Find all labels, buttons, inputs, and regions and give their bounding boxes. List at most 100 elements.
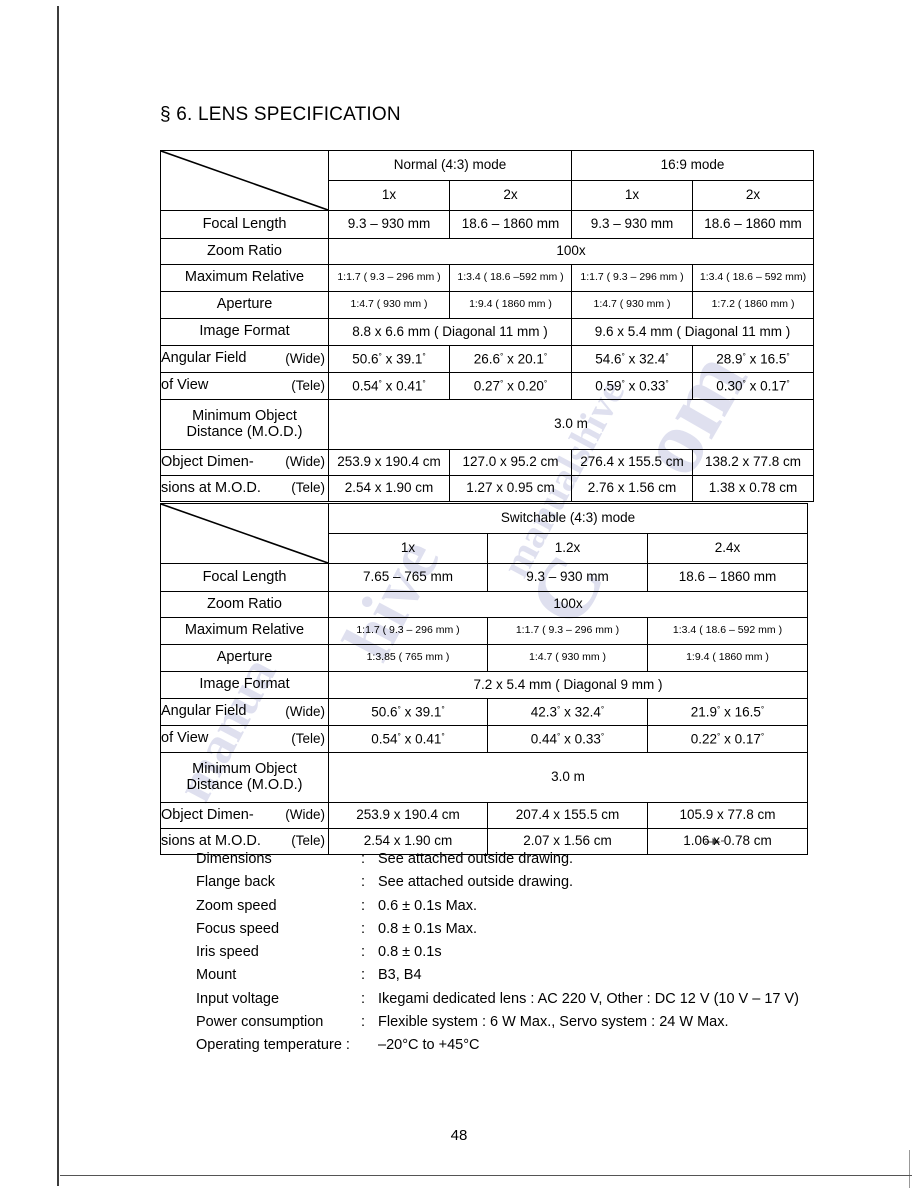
spec-value: 0.8 ± 0.1s Max. bbox=[378, 920, 478, 937]
spec-key: Power consumption bbox=[196, 1014, 324, 1031]
row-label-minimum-object-distance: Minimum Object Distance (M.O.D.) bbox=[160, 399, 329, 450]
cell-value: 3.0 m bbox=[328, 752, 808, 803]
cell-value: 1:4.7 ( 930 mm ) bbox=[487, 644, 648, 672]
spec-key: Iris speed bbox=[196, 944, 259, 961]
table-row: Object Dimen- (Wide) 253.9 x 190.4 cm 20… bbox=[160, 802, 808, 829]
row-label-text: Minimum Object bbox=[192, 408, 297, 425]
table-row: Object Dimen- (Wide) 253.9 x 190.4 cm 12… bbox=[160, 449, 815, 476]
lens-spec-table-switchable: Switchable (4:3) mode 1x 1.2x 2.4x Focal… bbox=[160, 503, 808, 855]
row-label-zoom-ratio: Zoom Ratio bbox=[160, 591, 329, 618]
cell-value: 1:9.4 ( 1860 mm ) bbox=[647, 644, 808, 672]
row-label-text: of View bbox=[161, 730, 209, 747]
table-row: Maximum Relative 1:1.7 ( 9.3 – 296 mm ) … bbox=[160, 264, 815, 292]
spec-line-zoom-speed: Zoom speed : 0.6 ± 0.1s Max. bbox=[196, 898, 799, 921]
cell-value: 18.6 – 1860 mm bbox=[448, 210, 573, 239]
magnification-header: 1x bbox=[328, 180, 450, 211]
spec-value: –20°C to +45°C bbox=[378, 1037, 480, 1054]
cell-value: 0.30° x 0.17° bbox=[692, 372, 815, 400]
spec-value: Flexible system : 6 W Max., Servo system… bbox=[378, 1014, 729, 1031]
row-label-max-relative-aperture-1: Maximum Relative bbox=[160, 617, 329, 645]
row-sublabel-tele: (Tele) bbox=[291, 833, 325, 849]
cell-value: 1.27 x 0.95 cm bbox=[448, 475, 573, 502]
table-header-row-mode: Switchable (4:3) mode bbox=[160, 503, 808, 564]
row-label-focal-length: Focal Length bbox=[160, 563, 329, 592]
cell-value: 28.9° x 16.5° bbox=[692, 345, 815, 373]
spec-key: Operating temperature : bbox=[196, 1037, 350, 1054]
cell-value: 0.59° x 0.33° bbox=[571, 372, 694, 400]
spec-line-dimensions: Dimensions : See attached outside drawin… bbox=[196, 851, 799, 874]
spec-value: B3, B4 bbox=[378, 967, 422, 984]
cell-value: 100x bbox=[328, 591, 808, 618]
scan-edge-bottom bbox=[60, 1175, 912, 1176]
magnification-header: 1x bbox=[571, 180, 694, 211]
row-label-text: Angular Field bbox=[161, 350, 247, 367]
spec-colon: : bbox=[361, 897, 366, 914]
specification-list: Dimensions : See attached outside drawin… bbox=[196, 851, 799, 1061]
corner-diagonal-cell bbox=[160, 503, 329, 564]
table-row: Focal Length 9.3 – 930 mm 18.6 – 1860 mm… bbox=[160, 210, 815, 239]
spec-line-flange-back: Flange back : See attached outside drawi… bbox=[196, 874, 799, 897]
cell-value: 7.65 – 765 mm bbox=[328, 563, 488, 592]
cell-value: 50.6° x 39.1° bbox=[328, 345, 450, 373]
row-sublabel-tele: (Tele) bbox=[291, 730, 325, 746]
spec-line-mount: Mount : B3, B4 bbox=[196, 967, 799, 990]
cell-value: 1.38 x 0.78 cm bbox=[692, 475, 815, 502]
lens-spec-table-normal-169: Normal (4:3) mode 16:9 mode 1x 2x 1x 2x … bbox=[160, 150, 815, 502]
spec-key: Input voltage bbox=[196, 990, 280, 1007]
row-label-object-dimensions-wide: Object Dimen- (Wide) bbox=[160, 802, 329, 829]
row-label-text: Object Dimen- bbox=[161, 806, 254, 823]
cell-value: 9.3 – 930 mm bbox=[328, 210, 450, 239]
spec-line-iris-speed: Iris speed : 0.8 ± 0.1s bbox=[196, 944, 799, 967]
row-label-angular-field-wide: Angular Field (Wide) bbox=[160, 698, 329, 726]
spec-key: Dimensions bbox=[196, 851, 272, 867]
cell-value: 276.4 x 155.5 cm bbox=[571, 449, 694, 476]
cell-value: 2.76 x 1.56 cm bbox=[571, 475, 694, 502]
cell-value: 1:1.7 ( 9.3 – 296 mm ) bbox=[571, 264, 694, 292]
cell-value: 0.27° x 0.20° bbox=[448, 372, 573, 400]
magnification-header: 2x bbox=[448, 180, 573, 211]
table-row: Image Format 8.8 x 6.6 mm ( Diagonal 11 … bbox=[160, 318, 815, 346]
row-label-text: of View bbox=[161, 377, 209, 394]
row-sublabel-wide: (Wide) bbox=[285, 350, 325, 366]
row-label-max-relative-aperture-2: Aperture bbox=[160, 291, 329, 319]
cell-value: 253.9 x 190.4 cm bbox=[328, 802, 488, 829]
spec-value: Ikegami dedicated lens : AC 220 V, Other… bbox=[378, 990, 800, 1007]
row-label-zoom-ratio: Zoom Ratio bbox=[160, 238, 329, 265]
cell-value: 1:4.7 ( 930 mm ) bbox=[571, 291, 694, 319]
diagonal-slash-icon bbox=[161, 151, 328, 210]
cell-value: 18.6 – 1860 mm bbox=[647, 563, 808, 592]
spec-line-power-consumption: Power consumption : Flexible system : 6 … bbox=[196, 1014, 799, 1037]
cell-value: 0.22° x 0.17° bbox=[647, 725, 808, 753]
spec-colon: : bbox=[361, 874, 366, 891]
cell-value: 105.9 x 77.8 cm bbox=[647, 802, 808, 829]
cell-value: 1:3.85 ( 765 mm ) bbox=[328, 644, 488, 672]
spec-colon: : bbox=[361, 920, 366, 937]
scan-edge-left bbox=[57, 6, 59, 1186]
row-label-angular-field-tele: of View (Tele) bbox=[160, 725, 329, 753]
cell-value: 26.6° x 20.1° bbox=[448, 345, 573, 373]
cell-value: 9.3 – 930 mm bbox=[571, 210, 694, 239]
row-sublabel-tele: (Tele) bbox=[291, 480, 325, 496]
table-row: sions at M.O.D. (Tele) 2.54 x 1.90 cm 1.… bbox=[160, 475, 815, 502]
cell-value: 9.3 – 930 mm bbox=[487, 563, 648, 592]
magnification-header: 1.2x bbox=[487, 533, 648, 564]
row-label-text: Angular Field bbox=[161, 703, 247, 720]
spec-value: See attached outside drawing. bbox=[378, 851, 574, 867]
diagonal-slash-icon bbox=[161, 504, 328, 563]
mode-header-normal: Normal (4:3) mode bbox=[327, 150, 573, 181]
document-page: manualshive om C hive manua § 6. LENS SP… bbox=[0, 0, 918, 1188]
table-row: Angular Field (Wide) 50.6° x 39.1° 26.6°… bbox=[160, 345, 815, 373]
cell-value: 1:1.7 ( 9.3 – 296 mm ) bbox=[328, 617, 488, 645]
spec-key: Mount bbox=[196, 967, 237, 984]
row-label-minimum-object-distance: Minimum Object Distance (M.O.D.) bbox=[160, 752, 329, 803]
page-number: 48 bbox=[450, 1127, 468, 1144]
mode-header-169: 16:9 mode bbox=[571, 150, 815, 181]
cell-value: 1:3.4 ( 18.6 – 592 mm ) bbox=[647, 617, 808, 645]
cell-value: 54.6° x 32.4° bbox=[571, 345, 694, 373]
table-row: Image Format 7.2 x 5.4 mm ( Diagonal 9 m… bbox=[160, 671, 808, 699]
row-label-max-relative-aperture-2: Aperture bbox=[160, 644, 329, 672]
table-row: of View (Tele) 0.54° x 0.41° 0.44° x 0.3… bbox=[160, 725, 808, 753]
row-label-object-dimensions-tele: sions at M.O.D. (Tele) bbox=[160, 475, 329, 502]
row-label-text: sions at M.O.D. bbox=[161, 479, 261, 496]
table-row: Focal Length 7.65 – 765 mm 9.3 – 930 mm … bbox=[160, 563, 808, 592]
